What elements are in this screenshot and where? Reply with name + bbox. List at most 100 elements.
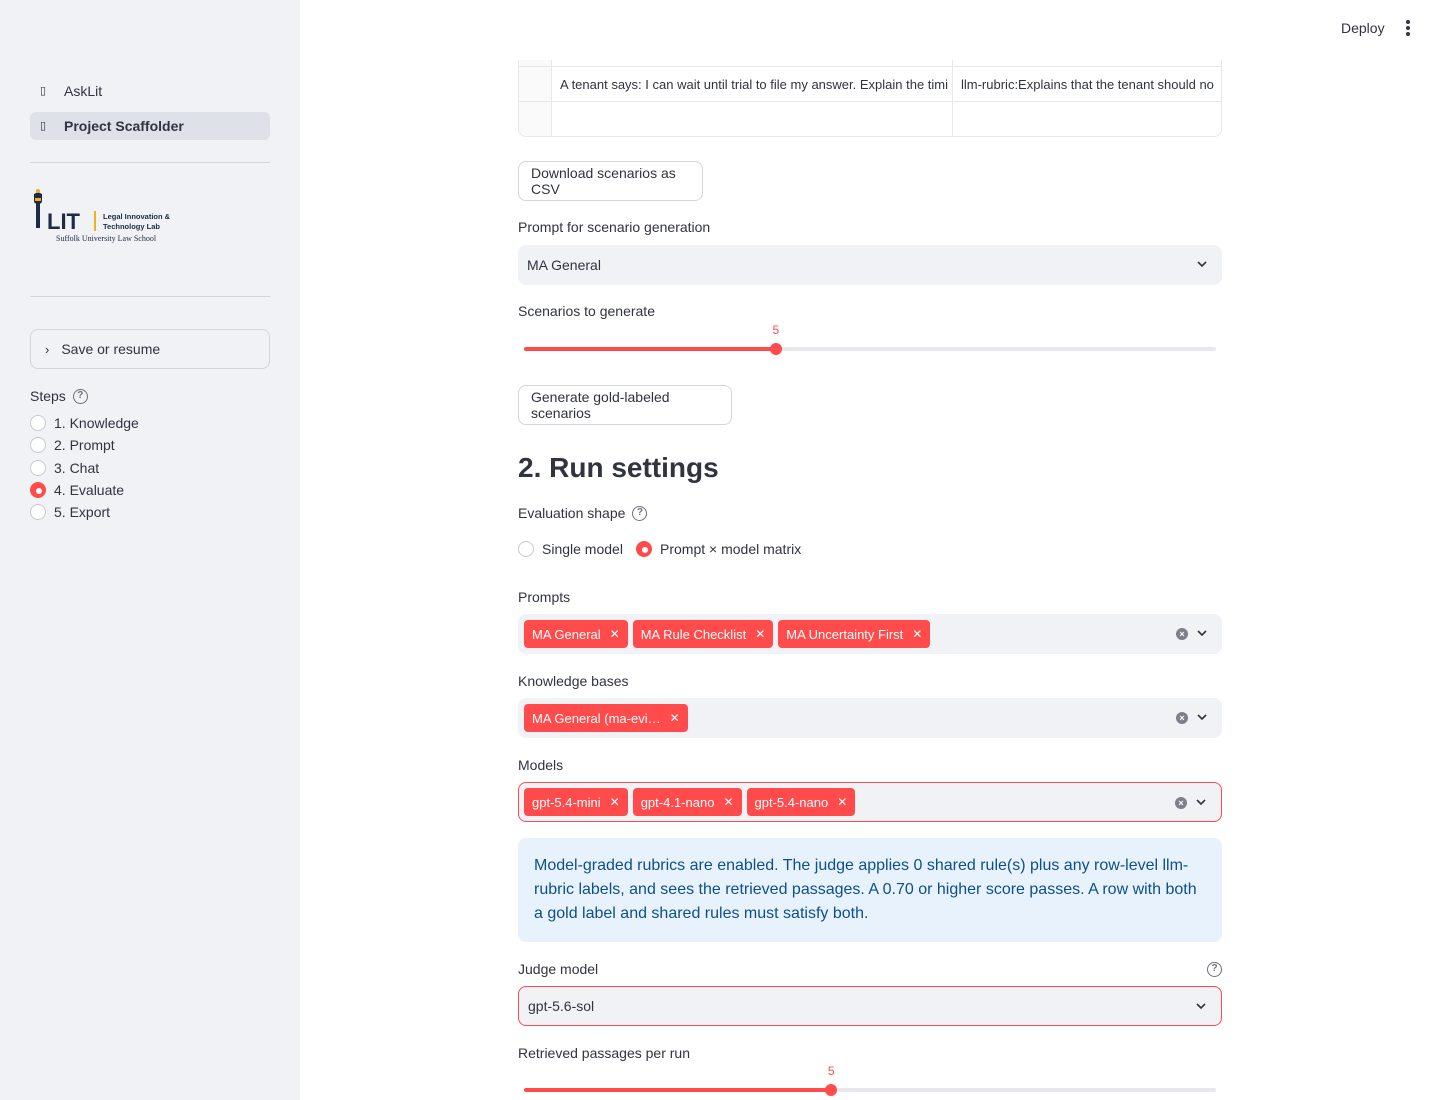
- shape-radio-single[interactable]: Single model: [518, 541, 623, 557]
- radio-label: Single model: [542, 541, 623, 557]
- evaluation-shape-text: Evaluation shape: [518, 505, 626, 521]
- chevron-down-icon: [1197, 261, 1207, 268]
- passages-slider[interactable]: 5: [524, 1064, 1216, 1096]
- tag-label: MA General: [532, 626, 601, 642]
- radio-circle[interactable]: [518, 541, 534, 557]
- table-index-cell: [519, 102, 552, 136]
- logo-text: Legal Innovation & Technology Lab: [103, 212, 170, 232]
- radio-circle-selected[interactable]: [636, 541, 652, 557]
- slider-thumb[interactable]: [769, 343, 782, 355]
- steps-label-text: Steps: [30, 388, 66, 404]
- steps-label: Steps ?: [30, 388, 88, 404]
- slider-fill: [524, 347, 776, 351]
- nav-item-label: AskLit: [64, 83, 103, 99]
- radio-label: Prompt × model matrix: [660, 541, 802, 557]
- radio-circle[interactable]: [30, 437, 46, 453]
- table-cell-question[interactable]: [552, 102, 953, 136]
- logo-line-1: Legal Innovation &: [103, 212, 171, 221]
- step-radio-chat[interactable]: 3. Chat: [30, 460, 99, 476]
- page-icon: ▯: [40, 85, 47, 97]
- sidebar-divider: [30, 296, 270, 297]
- prompt-tag[interactable]: MA General ✕: [524, 620, 628, 648]
- table-index-cell: [519, 67, 552, 101]
- save-or-resume-expander[interactable]: › Save or resume: [30, 329, 270, 369]
- scenario-prompt-label: Prompt for scenario generation: [518, 219, 711, 235]
- tag-label: gpt-4.1-nano: [640, 794, 715, 810]
- judge-model-select[interactable]: gpt-5.6-sol: [518, 986, 1222, 1026]
- chevron-down-icon: [1196, 1003, 1206, 1010]
- tag-label: gpt-5.4-mini: [532, 794, 601, 810]
- table-row[interactable]: A tenant says: I can wait until trial to…: [519, 67, 1221, 102]
- nav-item-asklit[interactable]: ▯ AskLit: [30, 77, 270, 105]
- chevron-down-icon[interactable]: [1196, 711, 1208, 723]
- deploy-button[interactable]: Deploy: [1341, 20, 1385, 36]
- chevron-right-icon: ›: [45, 341, 50, 357]
- table-cell-question[interactable]: A tenant says: I can wait until trial to…: [552, 67, 953, 101]
- table-cell-expected[interactable]: [953, 102, 1221, 136]
- close-icon[interactable]: ✕: [670, 711, 680, 725]
- radio-circle[interactable]: [30, 504, 46, 520]
- close-icon[interactable]: ✕: [837, 795, 847, 809]
- chevron-down-icon[interactable]: [1196, 627, 1208, 639]
- scenarios-slider[interactable]: 5: [524, 323, 1216, 355]
- table-cell: [552, 60, 953, 66]
- clear-all-icon[interactable]: ×: [1176, 628, 1188, 640]
- step-label: 3. Chat: [54, 460, 100, 476]
- models-multiselect[interactable]: gpt-5.4-mini ✕ gpt-4.1-nano ✕ gpt-5.4-nano…: [518, 782, 1222, 822]
- step-radio-export[interactable]: 5. Export: [30, 504, 110, 520]
- table-index-cell: [519, 60, 552, 66]
- table-row-empty[interactable]: [519, 102, 1221, 136]
- logo-mark: LIT: [47, 209, 80, 234]
- table-cell: [953, 60, 1221, 66]
- close-icon[interactable]: ✕: [755, 627, 765, 641]
- nav-item-project-scaffolder[interactable]: ▯ Project Scaffolder: [30, 112, 270, 140]
- prompts-multiselect[interactable]: MA General ✕ MA Rule Checklist ✕ MA Uncert…: [518, 614, 1222, 654]
- step-label: 4. Evaluate: [54, 482, 125, 498]
- download-csv-button[interactable]: Download scenarios as CSV: [518, 161, 703, 201]
- model-tag[interactable]: gpt-5.4-mini ✕: [524, 788, 628, 816]
- table-cell-expected[interactable]: llm-rubric:Explains that the tenant shou…: [953, 67, 1221, 101]
- tag-label: MA General (ma-evi…: [532, 710, 661, 726]
- radio-circle[interactable]: [30, 460, 46, 476]
- close-icon[interactable]: ✕: [610, 795, 620, 809]
- close-icon[interactable]: ✕: [912, 627, 922, 641]
- close-icon[interactable]: ✕: [723, 795, 733, 809]
- step-label: 1. Knowledge: [54, 415, 139, 431]
- step-radio-knowledge[interactable]: 1. Knowledge: [30, 415, 139, 431]
- help-icon[interactable]: ?: [72, 388, 88, 404]
- logo-line-2: Technology Lab: [103, 222, 160, 231]
- tag-label: gpt-5.4-nano: [754, 794, 829, 810]
- model-tag[interactable]: gpt-4.1-nano ✕: [632, 788, 742, 816]
- shape-radio-matrix[interactable]: Prompt × model matrix: [636, 541, 801, 557]
- prompt-tag[interactable]: MA Rule Checklist ✕: [632, 620, 774, 648]
- radio-circle-selected[interactable]: [30, 482, 46, 498]
- close-icon[interactable]: ✕: [610, 627, 620, 641]
- tag-label: MA Rule Checklist: [640, 626, 747, 642]
- help-icon[interactable]: ?: [1207, 962, 1222, 977]
- slider-value: 5: [772, 323, 780, 337]
- nav-item-label: Project Scaffolder: [64, 118, 184, 134]
- page-icon: ▯: [40, 120, 47, 132]
- main-menu-icon[interactable]: [1400, 20, 1416, 40]
- knowledge-bases-multiselect[interactable]: MA General (ma-evi… ✕ ×: [518, 698, 1222, 738]
- radio-circle[interactable]: [30, 415, 46, 431]
- knowledge-base-tag[interactable]: MA General (ma-evi… ✕: [524, 704, 688, 732]
- step-label: 5. Export: [54, 504, 111, 520]
- step-radio-prompt[interactable]: 2. Prompt: [30, 437, 115, 453]
- model-tag[interactable]: gpt-5.4-nano ✕: [746, 788, 856, 816]
- prompt-tag[interactable]: MA Uncertainty First ✕: [778, 620, 931, 648]
- step-radio-evaluate[interactable]: 4. Evaluate: [30, 482, 124, 498]
- prompts-label: Prompts: [518, 589, 571, 605]
- clear-all-icon[interactable]: ×: [1176, 712, 1188, 724]
- generate-scenarios-button[interactable]: Generate gold-labeled scenarios: [518, 385, 732, 425]
- logo-divider: [94, 211, 96, 231]
- scenario-prompt-select[interactable]: MA General: [518, 245, 1222, 285]
- step-label: 2. Prompt: [54, 437, 115, 453]
- help-icon[interactable]: ?: [632, 505, 648, 521]
- slider-thumb[interactable]: [825, 1084, 838, 1096]
- slider-fill: [524, 1088, 832, 1092]
- clear-all-icon[interactable]: ×: [1175, 797, 1187, 809]
- chevron-down-icon[interactable]: [1195, 796, 1207, 808]
- scenarios-table[interactable]: A tenant says: I can wait until trial to…: [518, 60, 1222, 137]
- expander-label: Save or resume: [61, 341, 161, 357]
